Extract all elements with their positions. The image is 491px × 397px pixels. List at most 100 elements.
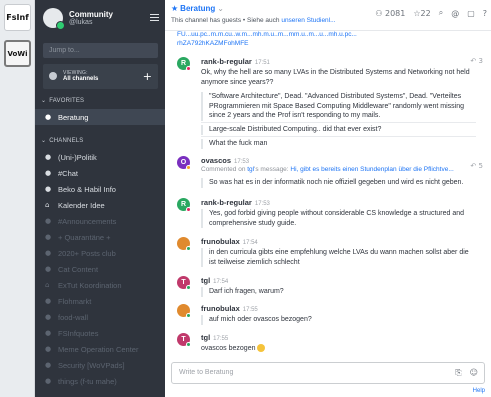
sidebar-item-cat-content[interactable]: ● Cat Content xyxy=(35,261,165,277)
help-link[interactable]: Help xyxy=(473,388,485,394)
room-header-actions: ⚇ 2081 ☆22 ⌕ @ ▢ ? xyxy=(375,8,487,18)
channel-label: Beko & Habil Info xyxy=(58,184,116,194)
message[interactable]: frunobulax 17:55 auf mich oder ovascos be… xyxy=(165,304,491,326)
reply-count[interactable]: ↶ 5 xyxy=(470,162,483,170)
message[interactable]: R rank-b-regular 17:53 Yes, god forbid gi… xyxy=(165,198,491,232)
members-count: 2081 xyxy=(384,8,406,18)
message-author[interactable]: rank-b-regular 17:51 xyxy=(201,57,270,66)
message-quote: So was hat es in der informatik noch nie… xyxy=(201,178,476,188)
sidebar-item-chat[interactable]: ● #Chat xyxy=(35,165,165,181)
message-author[interactable]: frunobulax 17:55 xyxy=(201,304,258,313)
room-description-text: This channel has guests • Siehe auch xyxy=(171,17,282,24)
message-time: 17:55 xyxy=(242,307,258,313)
globe-icon: ● xyxy=(45,377,52,385)
viewing-filter[interactable]: VIEWING: All channels + xyxy=(43,64,158,89)
sidebar-item-announcements[interactable]: ● #Announcements xyxy=(35,213,165,229)
avatar[interactable]: T xyxy=(177,276,191,290)
sidebar-item-food-wall[interactable]: ● food-wall xyxy=(35,309,165,325)
attach-icon[interactable]: ⎘ xyxy=(455,368,461,378)
room-description-link[interactable]: unseren Studienl... xyxy=(281,17,335,24)
quote-line: Darf ich fragen, warum? xyxy=(209,288,284,295)
files-icon[interactable]: ▢ xyxy=(467,9,475,18)
avatar-letter: R xyxy=(180,201,187,208)
quote-line: auf mich oder ovascos bezogen? xyxy=(209,316,312,323)
workspace-header[interactable]: Community @lukas xyxy=(43,6,161,36)
members-button[interactable]: ⚇ 2081 xyxy=(375,9,405,18)
message[interactable]: R rank-b-regular 17:51 ↶ 3 Ok, why the he… xyxy=(165,57,491,169)
message-author[interactable]: tgl 17:55 xyxy=(201,333,228,342)
sidebar-item-security[interactable]: ● Security [WoVPads] xyxy=(35,357,165,373)
globe-icon: ● xyxy=(45,169,52,177)
message-author[interactable]: rank-b-regular 17:53 xyxy=(201,198,270,207)
jump-to-input[interactable]: Jump to... xyxy=(43,43,158,58)
sidebar-item-flohmarkt[interactable]: ● Flohmarkt xyxy=(35,293,165,309)
avatar[interactable] xyxy=(177,237,191,251)
message[interactable]: O ovascos 17:53 ↶ 5 Commented on tgl's me… xyxy=(165,156,491,196)
channels-section-header[interactable]: ⌄ CHANNELS xyxy=(41,137,84,144)
sidebar-item-meme-center[interactable]: ● Meme Operation Center xyxy=(35,341,165,357)
author-name: frunobulax xyxy=(201,237,240,246)
menu-icon[interactable] xyxy=(150,14,159,21)
sidebar-item-beratung[interactable]: ● Beratung xyxy=(35,109,165,125)
help-icon[interactable]: ? xyxy=(483,9,487,18)
sidebar-item-posts-club[interactable]: ● 2020+ Posts club xyxy=(35,245,165,261)
favorites-section-header[interactable]: ⌄ FAVORITES xyxy=(41,97,84,104)
server-rail: FsInf VoWi xyxy=(0,0,35,397)
avatar-letter: T xyxy=(181,336,186,343)
channel-label: Security [WoVPads] xyxy=(58,360,125,370)
lock-icon: ⌂ xyxy=(45,201,50,209)
avatar[interactable] xyxy=(177,304,191,318)
avatar[interactable]: T xyxy=(177,333,191,347)
grimace-emoji-icon xyxy=(257,344,266,353)
pin-icon: ☆ xyxy=(413,8,421,18)
channel-label: Flohmarkt xyxy=(58,296,92,306)
context-link[interactable]: Hi, gibt es bereits einen Stundenplan üb… xyxy=(290,166,453,173)
status-dot xyxy=(186,66,191,71)
star-icon[interactable]: ★ xyxy=(171,4,178,13)
add-channel-icon[interactable]: + xyxy=(143,70,152,83)
message-input[interactable]: Write to Beratung xyxy=(179,369,233,376)
workspace-avatar[interactable] xyxy=(43,8,65,30)
sidebar-item-fsinfquotes[interactable]: ● FSInfquotes xyxy=(35,325,165,341)
message-line: Ok, why the hell are so many LVAs in the… xyxy=(201,69,470,76)
chevron-down-icon[interactable]: ⌄ xyxy=(217,4,224,13)
pinned-button[interactable]: ☆22 xyxy=(413,9,430,18)
message-quote: Large-scale Distributed Computing.. did … xyxy=(201,125,476,135)
thread-context[interactable]: Commented on tgl's message: Hi, gibt es … xyxy=(201,166,454,173)
avatar[interactable]: O xyxy=(177,156,191,170)
sidebar-item-beko-habil[interactable]: ● Beko & Habil Info xyxy=(35,181,165,197)
message[interactable]: T tgl 17:55 ovascos bezogen xyxy=(165,333,491,355)
mention-icon[interactable]: @ xyxy=(451,9,459,18)
quote-line: Large-scale Distributed Computing.. did … xyxy=(209,126,382,133)
chevron-down-icon: ⌄ xyxy=(41,137,47,144)
server-fsinf-label: FsInf xyxy=(6,12,29,22)
emoji-icon[interactable]: ☺ xyxy=(470,368,478,378)
globe-icon: ● xyxy=(45,297,52,305)
message-composer[interactable]: Write to Beratung ⎘ ☺ xyxy=(171,362,485,384)
reply-count[interactable]: ↶ 3 xyxy=(470,57,483,65)
message-author[interactable]: frunobulax 17:54 xyxy=(201,237,258,246)
quote-line: "Software Architecture", Dead. "Advanced… xyxy=(209,93,462,100)
sidebar-item-quarantaene[interactable]: ● + Quarantäne + xyxy=(35,229,165,245)
channels-label: CHANNELS xyxy=(49,138,84,144)
avatar[interactable]: R xyxy=(177,57,191,71)
server-vowi-icon[interactable]: VoWi xyxy=(4,40,31,67)
message-quote: in den curricula gibts eine empfehlung w… xyxy=(201,248,476,267)
quote-line: PRogrammieren mit Space Based Computing … xyxy=(209,102,464,110)
channel-label: FSInfquotes xyxy=(58,328,99,338)
reply-icon: ↶ xyxy=(470,162,477,170)
sidebar-item-extut[interactable]: ⌂ ExTut Koordination xyxy=(35,277,165,293)
sidebar-item-kalender-idee[interactable]: ⌂ Kalender Idee xyxy=(35,197,165,213)
message-author[interactable]: ovascos 17:53 xyxy=(201,156,249,165)
sidebar-item-uni-politik[interactable]: ● (Uni-)Politik xyxy=(35,149,165,165)
lock-icon: ⌂ xyxy=(45,281,50,289)
room-title[interactable]: ★ Beratung ⌄ xyxy=(171,4,224,13)
message[interactable]: frunobulax 17:54 in den curricula gibts e… xyxy=(165,237,491,271)
message-author[interactable]: tgl 17:54 xyxy=(201,276,228,285)
message[interactable]: T tgl 17:54 Darf ich fragen, warum? xyxy=(165,276,491,298)
avatar-letter: O xyxy=(180,159,187,166)
avatar[interactable]: R xyxy=(177,198,191,212)
server-fsinf-icon[interactable]: FsInf xyxy=(4,4,31,31)
search-icon[interactable]: ⌕ xyxy=(439,8,443,18)
sidebar-item-things[interactable]: ● things (f-tu mahe) xyxy=(35,373,165,389)
